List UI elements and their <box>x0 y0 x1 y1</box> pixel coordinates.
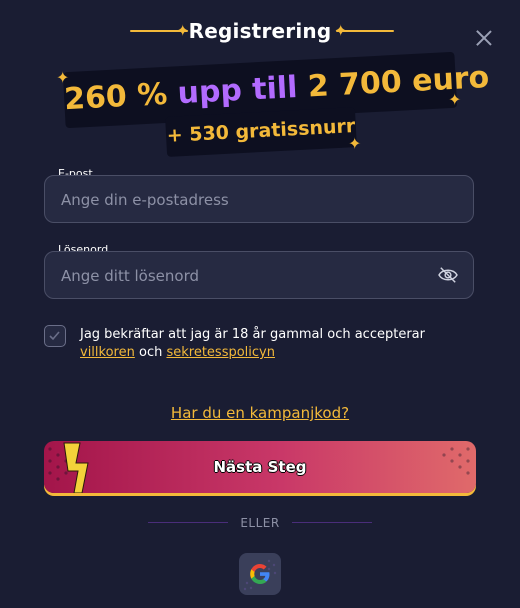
google-login-button[interactable] <box>239 553 281 595</box>
divider-line-right <box>292 522 372 523</box>
header: ✦ Registrering ✦ <box>0 14 520 48</box>
sparkle-icon: ✦ <box>348 134 362 153</box>
or-label: ELLER <box>240 516 280 530</box>
terms-link[interactable]: villkoren <box>80 345 135 360</box>
email-field <box>44 175 474 224</box>
page-title: Registrering <box>188 19 332 43</box>
decor-line-right <box>336 30 394 32</box>
promo-upto: upp till <box>176 70 299 112</box>
consent-label: Jag bekräftar att jag är 18 år gammal oc… <box>80 327 425 342</box>
consent-checkbox[interactable] <box>44 325 66 347</box>
consent-conjunction: och <box>138 345 163 360</box>
next-step-button[interactable]: Nästa Steg <box>44 441 476 493</box>
eye-slash-icon[interactable] <box>437 266 459 284</box>
next-step-label: Nästa Steg <box>213 458 307 476</box>
password-field <box>44 251 474 300</box>
or-divider: ELLER <box>0 514 520 532</box>
promo-code-link[interactable]: Har du en kampanjkod? <box>171 404 349 422</box>
promo-percent: 260 % <box>63 76 169 118</box>
promo-amount: 2 700 euro <box>306 60 491 105</box>
sparkle-icon: ✦ <box>448 90 462 109</box>
privacy-link[interactable]: sekretesspolicyn <box>166 345 275 360</box>
consent-text: Jag bekräftar att jag är 18 år gammal oc… <box>80 326 480 362</box>
promo-code-row: Har du en kampanjkod? <box>0 404 520 422</box>
checkmark-icon <box>49 331 60 341</box>
close-icon[interactable] <box>474 28 494 48</box>
google-icon <box>243 559 277 591</box>
password-input[interactable] <box>59 252 443 300</box>
email-input[interactable] <box>59 176 443 224</box>
